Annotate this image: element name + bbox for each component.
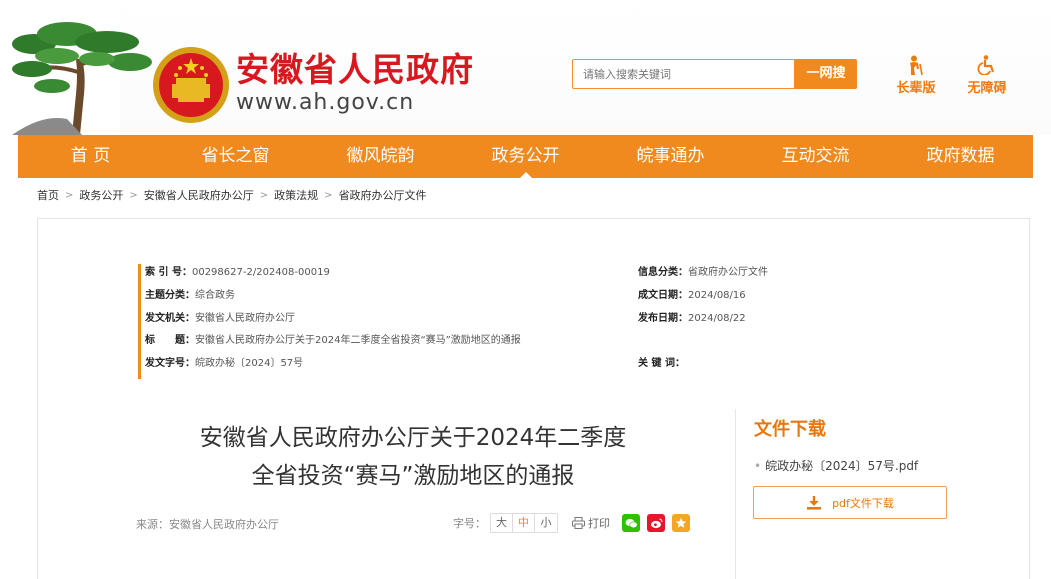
- site-url: www.ah.gov.cn: [236, 90, 415, 115]
- meta-value: 皖政办秘〔2024〕57号: [195, 358, 304, 369]
- meta-key: 索 引 号：: [145, 267, 192, 278]
- nav-item-interaction[interactable]: 互动交流: [743, 135, 888, 178]
- breadcrumb: 首页 > 政务公开 > 安徽省人民政府办公厅 > 政策法规 > 省政府办公厅文件: [37, 186, 427, 204]
- meta-value: 安徽省人民政府办公厅关于2024年二季度全省投资“赛马”激励地区的通报: [195, 335, 521, 346]
- accessibility-label: 无障碍: [967, 81, 1007, 96]
- breadcrumb-home[interactable]: 首页: [37, 187, 59, 203]
- favorite-button[interactable]: [672, 514, 690, 532]
- elder-mode-label: 长辈版: [896, 81, 936, 96]
- meta-value: 2024/08/22: [688, 313, 746, 324]
- document-title: 安徽省人民政府办公厅关于2024年二季度 全省投资“赛马”激励地区的通报: [128, 419, 698, 495]
- content-panel: 索 引 号：00298627-2/202408-00019 主题分类：综合政务 …: [37, 218, 1030, 579]
- font-size-large-button[interactable]: 大: [491, 514, 513, 532]
- breadcrumb-separator-icon: >: [259, 189, 269, 201]
- print-button[interactable]: 打印: [572, 515, 610, 531]
- bullet-icon: •: [754, 459, 762, 473]
- meta-topic: 主题分类：综合政务: [145, 289, 235, 303]
- download-file-name: 皖政办秘〔2024〕57号.pdf: [765, 459, 919, 473]
- meta-key: 标 题：: [145, 335, 195, 346]
- document-source: 来源：安徽省人民政府办公厅: [136, 518, 279, 531]
- download-icon: [807, 495, 822, 510]
- font-size-switcher: 大 中 小: [490, 513, 558, 533]
- breadcrumb-separator-icon: >: [324, 189, 333, 201]
- meta-key: 主题分类：: [145, 290, 195, 301]
- meta-title: 标 题：安徽省人民政府办公厅关于2024年二季度全省投资“赛马”激励地区的通报: [145, 334, 521, 348]
- font-size-small-button[interactable]: 小: [535, 514, 557, 532]
- breadcrumb-policy[interactable]: 政策法规: [274, 187, 318, 203]
- meta-index-no: 索 引 号：00298627-2/202408-00019: [145, 266, 330, 280]
- star-icon: [675, 517, 687, 528]
- nav-item-home[interactable]: 首 页: [18, 135, 163, 178]
- meta-doc-no: 发文字号：皖政办秘〔2024〕57号: [145, 357, 303, 371]
- document-title-line2: 全省投资“赛马”激励地区的通报: [251, 463, 575, 489]
- site-title[interactable]: 安徽省人民政府: [236, 50, 474, 90]
- breadcrumb-separator-icon: >: [65, 189, 74, 201]
- meta-written-date: 成文日期：2024/08/16: [638, 289, 746, 303]
- document-meta-table: 索 引 号：00298627-2/202408-00019 主题分类：综合政务 …: [138, 264, 858, 379]
- breadcrumb-gov-affairs[interactable]: 政务公开: [79, 187, 123, 203]
- document-title-line1: 安徽省人民政府办公厅关于2024年二季度: [199, 425, 627, 451]
- pdf-download-button[interactable]: pdf文件下载: [753, 486, 947, 519]
- pdf-download-label: pdf文件下载: [832, 496, 894, 510]
- meta-value: 00298627-2/202408-00019: [191, 267, 330, 278]
- weibo-share-button[interactable]: [647, 514, 665, 532]
- meta-value: 2024/08/16: [688, 290, 746, 301]
- breadcrumb-office[interactable]: 安徽省人民政府办公厅: [144, 187, 254, 203]
- meta-publish-date: 发布日期：2024/08/22: [638, 312, 746, 326]
- national-emblem-icon: [153, 47, 229, 123]
- meta-key: 成文日期：: [638, 290, 688, 301]
- printer-icon: [572, 517, 585, 529]
- meta-key: 发文字号：: [145, 358, 195, 369]
- main-nav: 首 页 省长之窗 徽风皖韵 政务公开 皖事通办 互动交流 政府数据: [18, 135, 1033, 178]
- meta-key: 关 键 词：: [638, 358, 685, 369]
- wheelchair-icon: [977, 55, 995, 75]
- meta-key: 发文机关：: [145, 313, 195, 324]
- search-input[interactable]: [573, 60, 794, 88]
- nav-item-gov-affairs[interactable]: 政务公开: [453, 135, 598, 178]
- weibo-icon: [650, 518, 662, 528]
- breadcrumb-office-docs[interactable]: 省政府办公厅文件: [339, 187, 427, 203]
- elder-mode-button[interactable]: 长辈版: [890, 55, 942, 96]
- wechat-icon: [625, 518, 638, 528]
- meta-value: 安徽省人民政府办公厅: [195, 313, 295, 324]
- nav-item-data[interactable]: 政府数据: [888, 135, 1033, 178]
- meta-keywords: 关 键 词：: [638, 357, 685, 371]
- meta-info-category: 信息分类：省政府办公厅文件: [638, 266, 768, 280]
- sidebar-divider: [735, 409, 736, 579]
- site-header: 安徽省人民政府 www.ah.gov.cn 一网搜 长辈版 无障碍: [0, 0, 1051, 135]
- meta-value: 省政府办公厅文件: [688, 267, 768, 278]
- nav-item-governor[interactable]: 省长之窗: [163, 135, 308, 178]
- font-size-label: 字号：: [453, 517, 486, 530]
- nav-item-services[interactable]: 皖事通办: [598, 135, 743, 178]
- meta-key: 发布日期：: [638, 313, 688, 324]
- meta-issuer: 发文机关：安徽省人民政府办公厅: [145, 312, 295, 326]
- font-size-medium-button[interactable]: 中: [513, 514, 535, 532]
- downloads-heading: 文件下载: [754, 419, 826, 440]
- accessibility-button[interactable]: 无障碍: [961, 55, 1013, 96]
- meta-key: 信息分类：: [638, 267, 688, 278]
- wechat-share-button[interactable]: [622, 514, 640, 532]
- breadcrumb-separator-icon: >: [129, 189, 138, 201]
- search-box: [572, 59, 795, 89]
- article-tools: 字号： 大 中 小 打印: [453, 513, 690, 533]
- download-file-link[interactable]: • 皖政办秘〔2024〕57号.pdf: [754, 457, 918, 474]
- elder-icon: [910, 55, 923, 75]
- search-button[interactable]: 一网搜: [795, 59, 857, 89]
- meta-value: 综合政务: [195, 290, 235, 301]
- nav-item-culture[interactable]: 徽风皖韵: [308, 135, 453, 178]
- pine-tree-icon: [12, 22, 152, 135]
- print-label: 打印: [588, 517, 610, 530]
